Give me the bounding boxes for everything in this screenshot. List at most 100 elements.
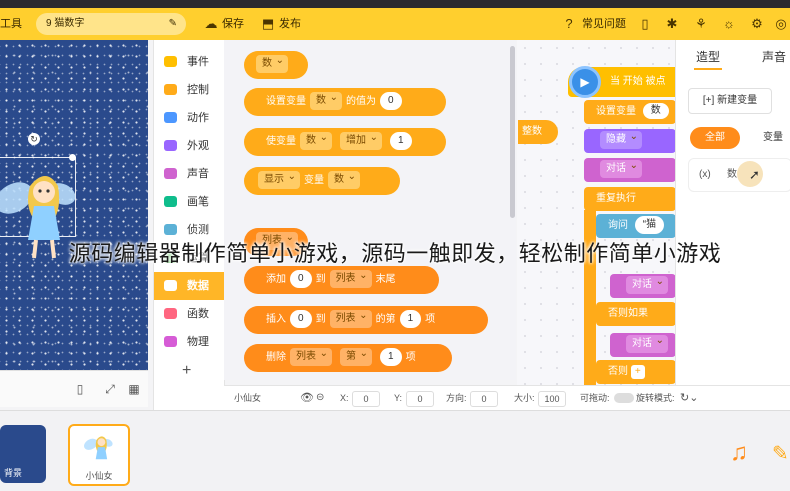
tools-menu[interactable]: 工具 (0, 8, 22, 40)
device-mode-icon[interactable]: ▯ (72, 381, 88, 397)
music-note-icon[interactable]: ♫ (730, 439, 748, 467)
fairy-thumbnail-image (84, 436, 113, 460)
lock-icon[interactable]: ⊝ (316, 386, 324, 410)
variable-dropdown[interactable]: 数 (328, 168, 360, 190)
delete-list-item-block[interactable]: 删除列表第1项 (244, 344, 452, 372)
variable-dropdown[interactable]: 数 (310, 89, 342, 111)
sprite-name[interactable]: 小仙女 (234, 386, 261, 410)
hide-dropdown[interactable]: 隐藏 (600, 128, 642, 150)
say-dropdown[interactable]: 对话 (626, 273, 668, 295)
bug-icon[interactable]: ✱ (663, 15, 681, 33)
value-input[interactable]: 0 (290, 310, 312, 329)
show-variable-block[interactable]: 显示变量数 (244, 167, 400, 195)
motion-icon (164, 112, 177, 123)
position-input[interactable]: 1 (380, 348, 402, 367)
tab-costume[interactable]: 造型 (696, 48, 720, 65)
faq-button[interactable]: 常见问题 (582, 8, 626, 40)
category-sound[interactable]: 声音 (154, 160, 224, 188)
value-input[interactable]: 数 (642, 103, 669, 120)
ask-block[interactable]: 询问 “猫 (596, 214, 676, 238)
detached-block[interactable]: 整数 (518, 120, 558, 144)
event-icon (164, 56, 177, 67)
category-label: 控制 (187, 84, 209, 96)
block-text: 插入 (266, 314, 286, 325)
visibility-eye-icon[interactable]: 👁 (300, 386, 314, 410)
size-input[interactable]: 100 (538, 391, 566, 407)
lightbulb-icon[interactable]: ☼ (720, 15, 738, 33)
else-block[interactable]: 否则 + (596, 360, 676, 384)
category-label: 事件 (187, 56, 209, 68)
variable-dropdown[interactable]: 数 (256, 52, 288, 74)
settings-gear-icon[interactable]: ⚙ (748, 15, 766, 33)
change-variable-block[interactable]: 使变量数增加 1 (244, 128, 446, 156)
play-icon[interactable]: ▶ (569, 66, 601, 98)
variable-reporter-block[interactable]: 数 (244, 51, 308, 79)
say-dropdown[interactable]: 对话 (626, 332, 668, 354)
direction-input[interactable]: 0 (470, 391, 498, 407)
operation-dropdown[interactable]: 增加 (340, 129, 382, 151)
insert-list-block[interactable]: 插入 0到列表的第1项 (244, 306, 488, 334)
add-to-list-block[interactable]: 添加 0到列表末尾 (244, 266, 439, 294)
stage-canvas[interactable]: ↻ (0, 40, 148, 370)
variable-dropdown[interactable]: 数 (300, 129, 332, 151)
background-label: 背景 (4, 468, 23, 478)
grid-icon[interactable]: ▦ (126, 381, 142, 397)
filter-all-button[interactable]: 全部 (690, 127, 740, 149)
category-data[interactable]: 数据 (154, 272, 224, 300)
add-branch-icon[interactable]: + (630, 365, 645, 379)
say-block[interactable]: 对话 (584, 157, 676, 182)
say-block-2[interactable]: 对话 (610, 273, 676, 298)
rotate-handle-icon[interactable]: ↻ (28, 133, 40, 145)
save-button[interactable]: 保存 (222, 8, 244, 40)
paint-brush-icon[interactable]: ✎ (772, 441, 789, 466)
category-functions[interactable]: 函数 (154, 300, 224, 328)
rotate-mode-icon[interactable]: ↻⌄ (680, 386, 698, 410)
value-input[interactable]: 1 (390, 132, 412, 151)
say-dropdown[interactable]: 对话 (600, 157, 642, 179)
fullscreen-icon[interactable]: ⤢ (102, 381, 118, 397)
index-dropdown[interactable]: 第 (340, 345, 372, 367)
draggable-toggle[interactable] (614, 393, 634, 403)
value-input[interactable]: 0 (380, 92, 402, 111)
phone-preview-icon[interactable]: ▯ (636, 15, 654, 33)
background-thumbnail[interactable]: 背景 (0, 425, 46, 483)
project-name: 9 猫数字 (46, 18, 85, 29)
category-looks[interactable]: 外观 (154, 132, 224, 160)
repeat-forever-block[interactable]: 重复执行 (584, 187, 676, 211)
category-motion[interactable]: 动作 (154, 104, 224, 132)
project-name-field[interactable]: 9 猫数字 ✎ (36, 13, 186, 35)
sprite-thumbnail-fairy[interactable]: 小仙女 (68, 424, 130, 486)
list-dropdown[interactable]: 列表 (329, 267, 372, 289)
variable-list-item[interactable]: (x) 数 ➚ (688, 158, 790, 192)
show-hide-dropdown[interactable]: 显示 (258, 168, 300, 190)
publish-button[interactable]: 发布 (279, 8, 301, 40)
say-block-3[interactable]: 对话 (610, 332, 676, 357)
add-extension-icon[interactable]: + (182, 362, 191, 380)
account-icon[interactable]: ◎ (772, 15, 790, 33)
filter-variable-button[interactable]: 变量 (748, 127, 790, 149)
list-dropdown[interactable]: 列表 (329, 307, 372, 329)
category-control[interactable]: 控制 (154, 76, 224, 104)
ask-text-input[interactable]: “猫 (634, 216, 665, 235)
set-variable-script-block[interactable]: 设置变量 数 (584, 100, 676, 124)
block-text: 的第 (375, 314, 396, 325)
edit-pencil-icon[interactable]: ✎ (169, 13, 177, 35)
new-variable-button[interactable]: [+] 新建变量 (688, 88, 772, 114)
category-physics[interactable]: 物理 (154, 328, 224, 356)
extensions-icon[interactable]: ⚘ (692, 15, 710, 33)
category-event[interactable]: 事件 (154, 48, 224, 76)
value-input[interactable]: 0 (290, 270, 312, 289)
set-variable-block[interactable]: 设置变量数的值为 0 (244, 88, 446, 116)
list-dropdown[interactable]: 列表 (290, 345, 332, 367)
category-pen[interactable]: 画笔 (154, 188, 224, 216)
palette-scrollbar[interactable] (510, 46, 515, 218)
y-input[interactable]: 0 (406, 391, 434, 407)
publish-icon: ⬒ (261, 16, 275, 31)
window-top-bar (0, 0, 790, 8)
position-input[interactable]: 1 (399, 310, 422, 329)
sprite-list-area: 背景 小仙女 ♫ ✎ (0, 410, 790, 491)
x-input[interactable]: 0 (352, 391, 380, 407)
hide-block[interactable]: 隐藏 (584, 128, 676, 153)
else-if-block[interactable]: 否则如果 (596, 302, 676, 326)
tab-sound[interactable]: 声音 (762, 48, 786, 65)
